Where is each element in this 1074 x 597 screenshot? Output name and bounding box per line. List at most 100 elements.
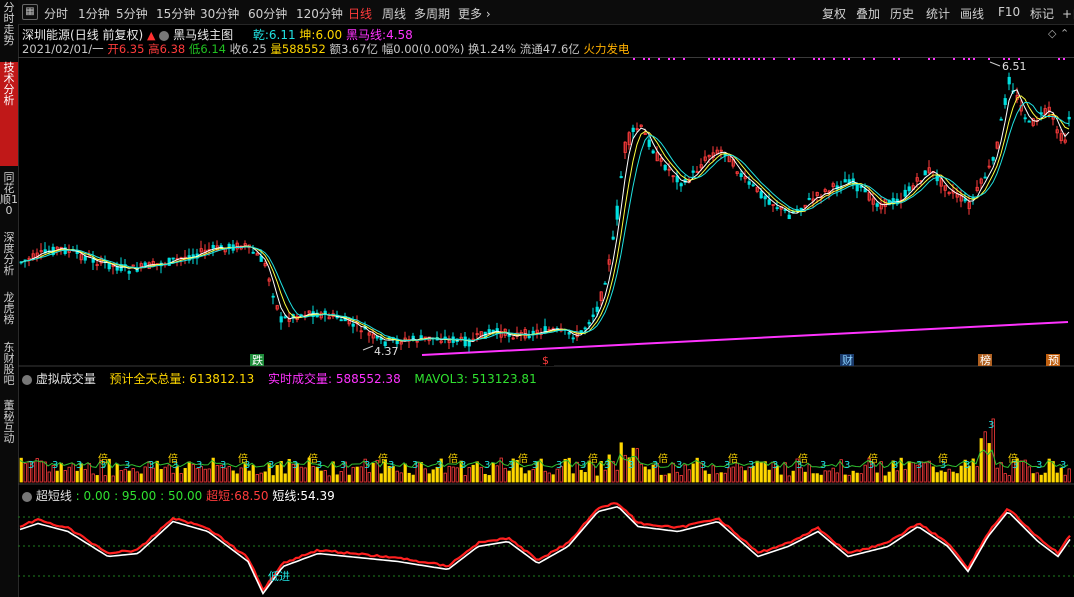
volume-bar bbox=[927, 460, 931, 483]
heima-top-tick bbox=[673, 58, 675, 60]
volume-bar bbox=[675, 471, 679, 483]
volume-bar bbox=[571, 473, 575, 483]
heima-top-tick bbox=[1058, 58, 1060, 60]
volume-bar bbox=[519, 467, 523, 483]
volume-bar bbox=[663, 474, 667, 483]
kline-chart[interactable]: 6.51 4.37 跌 $ 财 榜 预 3 3 3 3 3 3 3 3 3 3 3 3 3 3 3 3 3 3 3 3 3 3 3 3 3 3 3… bbox=[18, 0, 1074, 597]
volume-count-mark: 3 bbox=[1036, 460, 1042, 471]
heima-top-tick bbox=[1063, 58, 1065, 60]
heima-line bbox=[421, 321, 1069, 356]
volume-bar bbox=[419, 461, 423, 483]
forecast-value: 613812.13 bbox=[189, 372, 255, 386]
volume-bar bbox=[115, 463, 119, 483]
volume-bar bbox=[707, 473, 711, 483]
volume-bar bbox=[235, 473, 239, 483]
volume-count-mark: 3 bbox=[916, 460, 922, 471]
sidebar-tab-2[interactable]: 同花顺10 bbox=[0, 172, 18, 228]
volume-bar bbox=[815, 473, 819, 483]
candle-body bbox=[571, 337, 575, 340]
heima-top-tick bbox=[793, 58, 795, 60]
candle-body bbox=[651, 150, 655, 154]
volume-count-mark: 3 bbox=[28, 460, 34, 471]
candle-body bbox=[171, 257, 175, 260]
volume-bar bbox=[711, 465, 715, 483]
osc-settings-icon[interactable] bbox=[22, 491, 32, 502]
osc-panel-title[interactable]: 超短线 bbox=[36, 489, 72, 503]
candle-body bbox=[875, 203, 879, 207]
candle-body bbox=[127, 271, 131, 274]
heima-top-tick bbox=[953, 58, 955, 60]
heima-top-tick bbox=[988, 58, 990, 60]
volume-settings-icon[interactable] bbox=[22, 374, 32, 385]
sidebar-tab-5[interactable]: 东财股吧 bbox=[0, 342, 18, 396]
volume-count-mark: 3 bbox=[484, 460, 490, 471]
volume-bar bbox=[551, 474, 555, 483]
sidebar-tab-3[interactable]: 深度分析 bbox=[0, 232, 18, 288]
sidebar-tab-1[interactable]: 技术分析 bbox=[0, 62, 18, 166]
heima-top-tick bbox=[898, 58, 900, 60]
volume-bar bbox=[231, 470, 235, 483]
volume-bar bbox=[819, 474, 823, 483]
heima-top-tick bbox=[643, 58, 645, 60]
candle-body bbox=[271, 295, 275, 298]
ma-cyan-line bbox=[20, 101, 1070, 342]
sidebar-tab-4[interactable]: 龙虎榜 bbox=[0, 292, 18, 338]
volume-bar bbox=[835, 472, 839, 483]
heima-top-tick bbox=[733, 58, 735, 60]
volume-badge: 倍 bbox=[238, 452, 248, 465]
volume-bar bbox=[643, 466, 647, 483]
candle-body bbox=[991, 157, 995, 161]
candle-body bbox=[923, 170, 927, 176]
volume-bar bbox=[579, 469, 583, 483]
volume-bar bbox=[71, 463, 75, 483]
volume-badge: 倍 bbox=[868, 452, 878, 465]
volume-bar bbox=[491, 462, 495, 483]
volume-bar bbox=[611, 461, 615, 483]
heima-top-tick bbox=[748, 58, 750, 60]
volume-bar bbox=[63, 470, 67, 483]
osc-levels: : 0.00 : 95.00 : 50.00 bbox=[75, 489, 203, 503]
volume-badge: 倍 bbox=[378, 452, 388, 465]
volume-bar bbox=[691, 463, 695, 483]
volume-count-mark: 3 bbox=[676, 460, 682, 471]
mavol-value: 513123.81 bbox=[471, 372, 537, 386]
heima-top-tick bbox=[723, 58, 725, 60]
volume-count-mark: 3 bbox=[52, 460, 58, 471]
sidebar-tab-6[interactable]: 董秘互动 bbox=[0, 400, 18, 456]
volume-bar bbox=[739, 466, 743, 483]
volume-bar bbox=[1035, 472, 1039, 483]
candle-body bbox=[83, 256, 87, 261]
heima-top-tick bbox=[758, 58, 760, 60]
sidebar-tab-0[interactable]: 分时走势 bbox=[0, 2, 18, 54]
volume-count-mark: 3 bbox=[580, 460, 586, 471]
volume-bar bbox=[603, 469, 607, 483]
volume-bar bbox=[323, 470, 327, 483]
volume-bar bbox=[935, 472, 939, 483]
volume-count-mark: 3 bbox=[220, 460, 226, 471]
candle-body bbox=[211, 244, 215, 249]
candle-body bbox=[567, 332, 571, 335]
volume-bar bbox=[127, 470, 131, 483]
volume-bar bbox=[807, 464, 811, 483]
candle-body bbox=[443, 336, 447, 339]
volume-bar bbox=[227, 466, 231, 483]
volume-bar bbox=[903, 469, 907, 483]
volume-count-mark: 3 bbox=[748, 460, 754, 471]
candle-body bbox=[615, 205, 619, 220]
candle-body bbox=[903, 189, 907, 197]
volume-bar bbox=[311, 465, 315, 483]
volume-bar bbox=[427, 473, 431, 483]
volume-bar bbox=[595, 475, 599, 483]
volume-bar bbox=[555, 468, 559, 483]
volume-bar bbox=[503, 467, 507, 483]
volume-panel-title[interactable]: 虚拟成交量 bbox=[36, 372, 96, 386]
candle-body bbox=[595, 306, 599, 312]
heima-top-tick bbox=[713, 58, 715, 60]
volume-bar bbox=[1063, 474, 1067, 483]
volume-badge: 倍 bbox=[658, 452, 668, 465]
volume-bar bbox=[987, 443, 991, 483]
volume-bar bbox=[959, 465, 963, 483]
volume-bar bbox=[203, 468, 207, 483]
heima-top-tick bbox=[863, 58, 865, 60]
volume-count-mark: 3 bbox=[604, 460, 610, 471]
